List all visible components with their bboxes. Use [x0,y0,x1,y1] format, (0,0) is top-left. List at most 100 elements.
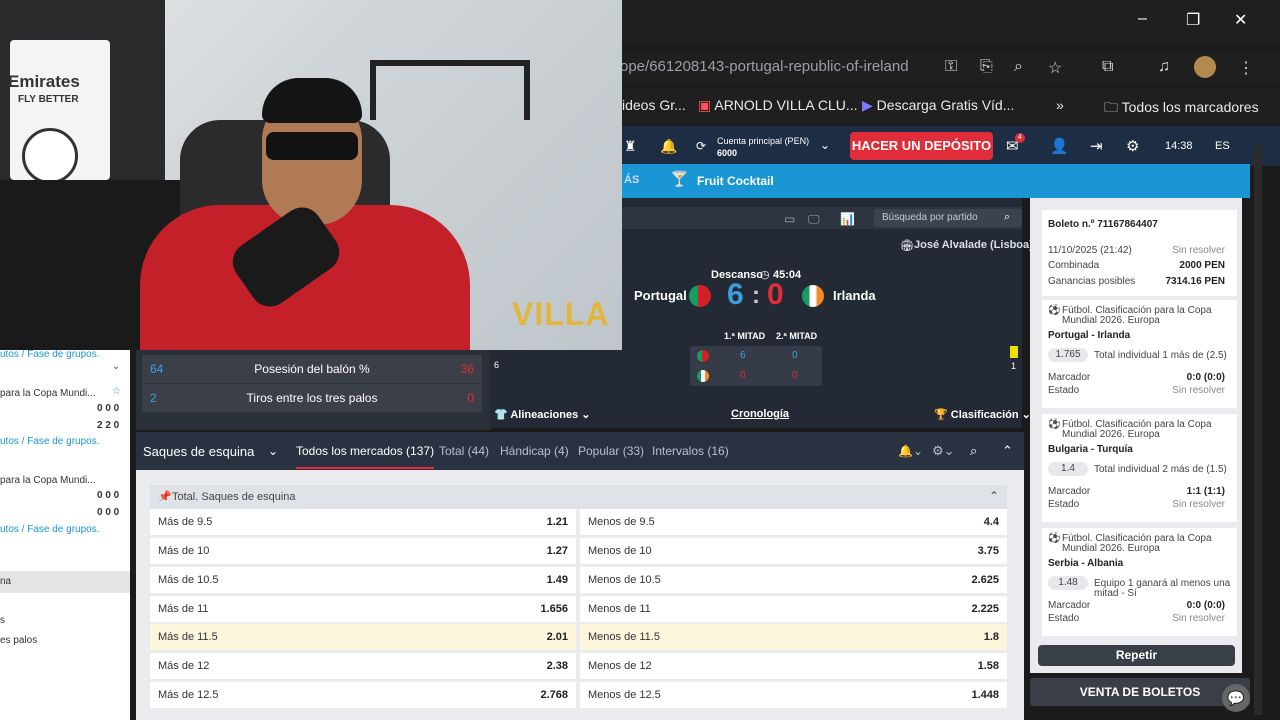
list-item[interactable]: utos / Fase de grupos. [0,524,100,535]
odds-under-cell[interactable]: Menos de 10 3.75 [580,538,1007,564]
bookmark-1[interactable]: ideos Gr... [622,97,686,113]
gear-icon[interactable]: ⚙⌄ [932,443,955,459]
classification-link[interactable]: 🏆 Clasificación ⌄ [934,408,1031,421]
extensions-icon[interactable]: ⧉ [1102,58,1113,76]
ticket-sale-button[interactable]: VENTA DE BOLETOS [1030,678,1250,706]
refresh-icon[interactable]: ⟳ [696,139,706,153]
monitor-icon[interactable]: 🖵 [808,212,820,227]
trophy-icon[interactable]: ♜ [624,138,637,155]
key-icon[interactable]: ⚿ [945,58,957,76]
more-bookmarks-icon[interactable]: » [1056,97,1064,113]
tab-handicap[interactable]: Hándicap (4) [500,444,569,458]
odds-value: 4.4 [983,516,999,528]
folder-icon: 🗀 [1104,99,1118,115]
more-menu[interactable]: ÁS [624,174,639,186]
scrollbar[interactable] [1254,145,1262,715]
odds-under-cell[interactable]: Menos de 9.5 4.4 [580,509,1007,535]
second-half-label: 2.ª MITAD [776,331,818,341]
odds-value: 1.8 [983,631,999,643]
menu-row[interactable]: es palos [0,635,37,646]
h1-away: 0 [740,370,746,381]
bet-state: Sin resolver [1172,385,1225,396]
odds-under-cell[interactable]: Menos de 12 1.58 [580,653,1007,679]
list-item[interactable]: para la Copa Mundi... [0,388,96,399]
bet-match: Portugal - Irlanda [1048,330,1131,341]
half-score-table [690,346,822,386]
odds-value: 2.225 [971,603,999,615]
h1-home: 6 [740,350,746,361]
search-placeholder: Búsqueda por partido [882,212,978,223]
odds-over-cell[interactable]: Más de 9.5 1.21 [150,509,576,535]
logout-icon[interactable]: ⇥ [1090,137,1103,155]
home-team: Portugal [634,288,687,303]
away-score: 0 [767,278,784,311]
odds-over-cell[interactable]: Más de 12.5 2.768 [150,682,576,708]
tab-all-markets[interactable]: Todos los mercados (137) [296,444,435,469]
collapse-icon[interactable]: ⌃ [1002,443,1013,459]
fruit-cocktail-link[interactable]: Fruit Cocktail [697,174,774,188]
bookmark-3[interactable]: ▶ Descarga Gratis Víd... [862,97,1014,114]
repeat-button[interactable]: Repetir [1038,645,1235,666]
user-icon[interactable]: 👤 [1050,137,1069,155]
chevron-up-icon[interactable]: ⌃ [989,489,999,503]
odds-value: 1.49 [546,574,568,586]
restore-icon[interactable]: ❐ [1186,10,1200,30]
minimize-icon[interactable]: – [1138,10,1147,28]
list-item[interactable]: para la Copa Mundi... [0,475,96,486]
tab-popular[interactable]: Popular (33) [578,444,644,458]
close-icon[interactable]: ✕ [1234,10,1247,30]
stats-icon[interactable]: 📊 [840,212,855,226]
tab-total[interactable]: Total (44) [439,444,489,458]
bookmark-2[interactable]: ▣ ARNOLD VILLA CLU... [698,97,858,114]
lineups-link[interactable]: 👕 Alineaciones ⌄ [494,408,591,421]
star-icon[interactable]: ☆ [1048,58,1062,78]
list-item[interactable]: utos / Fase de grupos. [0,349,100,360]
tab-intervals[interactable]: Intervalos (16) [652,444,729,458]
menu-row[interactable]: s [0,615,5,626]
odds-under-cell[interactable]: Menos de 11.5 1.8 [580,624,1007,650]
chevron-down-icon[interactable]: ⌄ [268,444,278,458]
star-icon[interactable]: ☆ [112,386,121,397]
bet-score: 1:1 (1:1) [1186,486,1225,497]
clock-time[interactable]: 14:38 [1165,140,1193,152]
zoom-icon[interactable]: ⌕ [1014,58,1023,76]
language-select[interactable]: ES [1215,140,1230,152]
search-icon[interactable]: ⌕ [970,443,977,459]
odds-value: 1.656 [540,603,568,615]
menu-row-selected[interactable]: na [0,571,130,593]
search-icon[interactable]: ⌕ [1004,211,1010,224]
url-text[interactable]: ope/661208143-portugal-republic-of-irela… [620,58,909,75]
lineups-label: Alineaciones [510,409,579,421]
odds-under-cell[interactable]: Menos de 10.5 2.625 [580,567,1007,593]
odds-under-cell[interactable]: Menos de 12.5 1.448 [580,682,1007,708]
gear-icon[interactable]: ⚙ [1126,137,1139,155]
bell-icon[interactable]: 🔔⌄ [898,444,923,458]
avatar[interactable] [1194,56,1216,78]
tablet-icon[interactable]: ▭ [784,212,795,226]
slip-winnings: 7314.16 PEN [1165,276,1226,287]
odds-label: Menos de 11.5 [588,631,660,643]
account-selector[interactable]: ⟳ Cuenta principal (PEN) 6000 ⌄ [692,133,838,161]
odds-over-cell[interactable]: Más de 10 1.27 [150,538,576,564]
media-icon[interactable]: ♫ [1158,58,1170,76]
pin-icon[interactable]: 📌 [158,490,172,503]
deposit-button[interactable]: HACER UN DEPÓSITO [850,132,993,160]
list-item[interactable]: utos / Fase de grupos. [0,436,100,447]
chat-icon[interactable]: 💬 [1222,684,1250,712]
chronology-link[interactable]: Cronología [731,408,789,420]
bell-icon[interactable]: 🔔 [660,138,677,155]
odds-over-cell[interactable]: Más de 11.5 2.01 [150,624,576,650]
all-bookmarks[interactable]: 🗀 Todos los marcadores [1104,97,1259,121]
odds-under-cell[interactable]: Menos de 11 2.225 [580,596,1007,622]
odds-over-cell[interactable]: Más de 10.5 1.49 [150,567,576,593]
market-group-header[interactable]: 📌 Total. Saques de esquina ⌃ [150,485,1007,509]
slip-stake: 2000 PEN [1179,260,1225,271]
match-search-input[interactable]: Búsqueda por partido ⌕ [874,209,1022,227]
slip-bet-card: ⚽ Fútbol. Clasificación para la Copa Mundi… [1042,528,1237,636]
install-icon[interactable]: ⎘ [980,58,993,76]
odds-over-cell[interactable]: Más de 12 2.38 [150,653,576,679]
market-category-select[interactable]: Saques de esquina [143,444,254,459]
chevron-down-icon[interactable]: ⌄ [112,361,120,372]
odds-over-cell[interactable]: Más de 11 1.656 [150,596,576,622]
menu-icon[interactable]: ⋮ [1238,58,1254,78]
